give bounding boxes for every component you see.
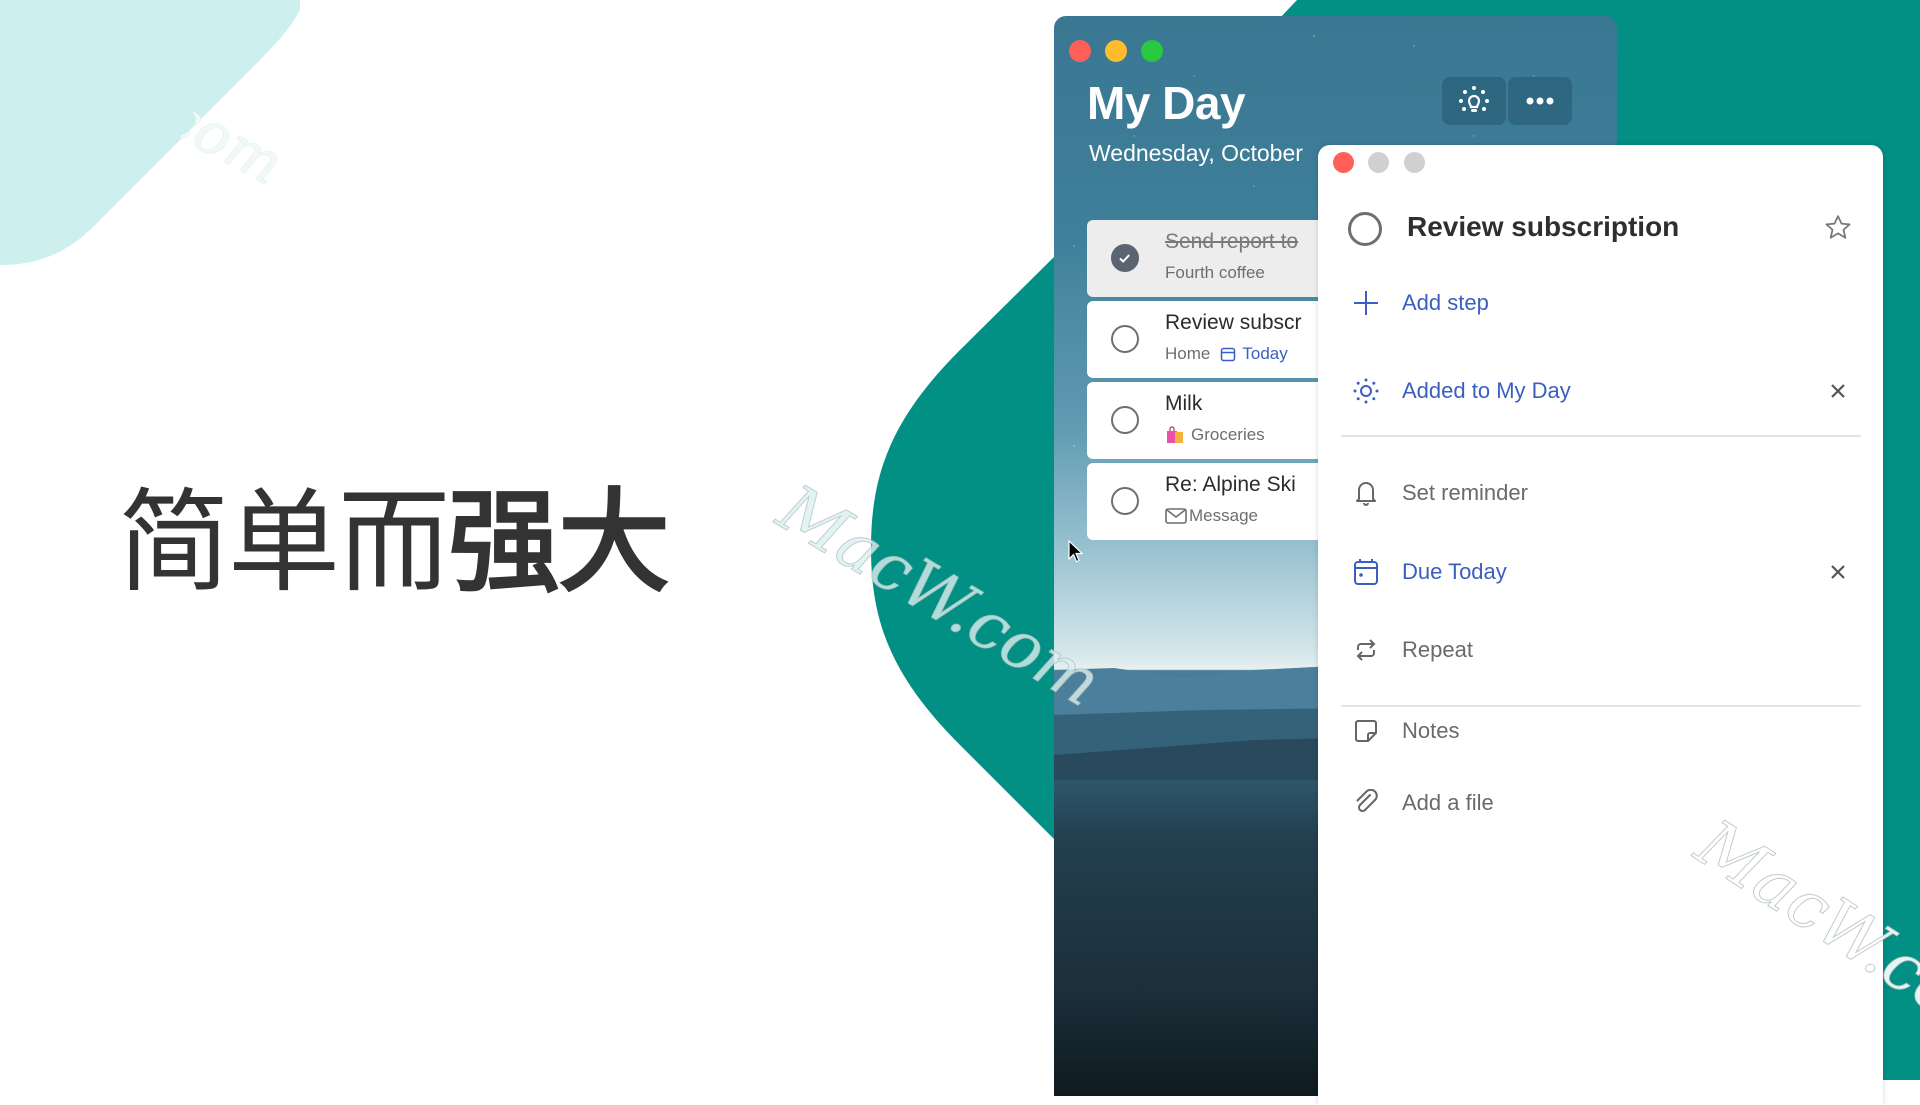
task-checkbox[interactable] <box>1111 487 1139 515</box>
remove-due-date-button[interactable] <box>1823 557 1853 587</box>
lightbulb-icon <box>1459 86 1489 112</box>
slide-headline: 简单而强大 <box>118 478 670 608</box>
remove-from-my-day-button[interactable] <box>1823 376 1853 406</box>
divider <box>1341 705 1861 707</box>
added-to-my-day-row[interactable]: Added to My Day <box>1348 371 1853 411</box>
close-button[interactable] <box>1069 40 1091 62</box>
task-detail-window: Review subscription Add step Added to My… <box>1318 145 1883 1105</box>
repeat-icon <box>1356 639 1376 661</box>
task-checkbox[interactable] <box>1111 244 1139 272</box>
checkmark-icon <box>1119 254 1130 263</box>
task-checkbox[interactable] <box>1111 325 1139 353</box>
task-detail-title[interactable]: Review subscription <box>1407 211 1679 243</box>
bell-icon <box>1356 482 1376 506</box>
divider <box>1341 435 1861 437</box>
detail-close-button[interactable] <box>1333 152 1354 173</box>
task-subtitle: Home Today <box>1165 344 1288 363</box>
more-icon <box>1526 97 1554 105</box>
minimize-button[interactable] <box>1105 40 1127 62</box>
due-date-row[interactable]: Due Today <box>1348 552 1853 592</box>
paperclip-icon <box>1356 789 1378 813</box>
headline-light: 简单而 <box>118 478 450 608</box>
task-subtitle: Fourth coffee <box>1165 263 1265 282</box>
close-icon <box>1831 565 1845 579</box>
note-icon <box>1355 720 1377 742</box>
mouse-cursor-icon <box>1068 540 1084 563</box>
task-title: Milk <box>1165 392 1203 415</box>
page-title: My Day <box>1087 77 1246 129</box>
headline-bold: 强大 <box>448 478 670 608</box>
add-step-button[interactable]: Add step <box>1348 283 1853 323</box>
zoom-button[interactable] <box>1141 40 1163 62</box>
calendar-icon <box>1221 347 1236 362</box>
shopping-bags-icon <box>1167 426 1183 443</box>
task-title: Review subscr <box>1165 311 1302 334</box>
add-file-button[interactable]: Add a file <box>1348 783 1853 823</box>
more-options-button[interactable] <box>1508 77 1572 125</box>
plus-icon <box>1354 291 1378 315</box>
suggestions-button[interactable] <box>1442 77 1506 125</box>
repeat-button[interactable]: Repeat <box>1348 630 1853 670</box>
calendar-icon <box>1354 559 1378 585</box>
star-icon[interactable] <box>1823 213 1853 243</box>
task-title: Re: Alpine Ski <box>1165 473 1296 496</box>
task-title: Send report to <box>1165 230 1299 253</box>
close-icon <box>1831 384 1845 398</box>
task-complete-checkbox[interactable] <box>1348 212 1382 246</box>
due-label: Today <box>1242 344 1288 363</box>
set-reminder-button[interactable]: Set reminder <box>1348 473 1853 513</box>
date-label: Wednesday, October <box>1089 140 1303 166</box>
mail-icon <box>1165 508 1187 524</box>
task-subtitle: Groceries <box>1165 425 1265 445</box>
task-checkbox[interactable] <box>1111 406 1139 434</box>
detail-zoom-button[interactable] <box>1404 152 1425 173</box>
notes-field[interactable]: Notes <box>1348 711 1853 751</box>
task-subtitle: Message <box>1165 506 1258 526</box>
sun-icon <box>1353 378 1379 404</box>
detail-minimize-button[interactable] <box>1368 152 1389 173</box>
